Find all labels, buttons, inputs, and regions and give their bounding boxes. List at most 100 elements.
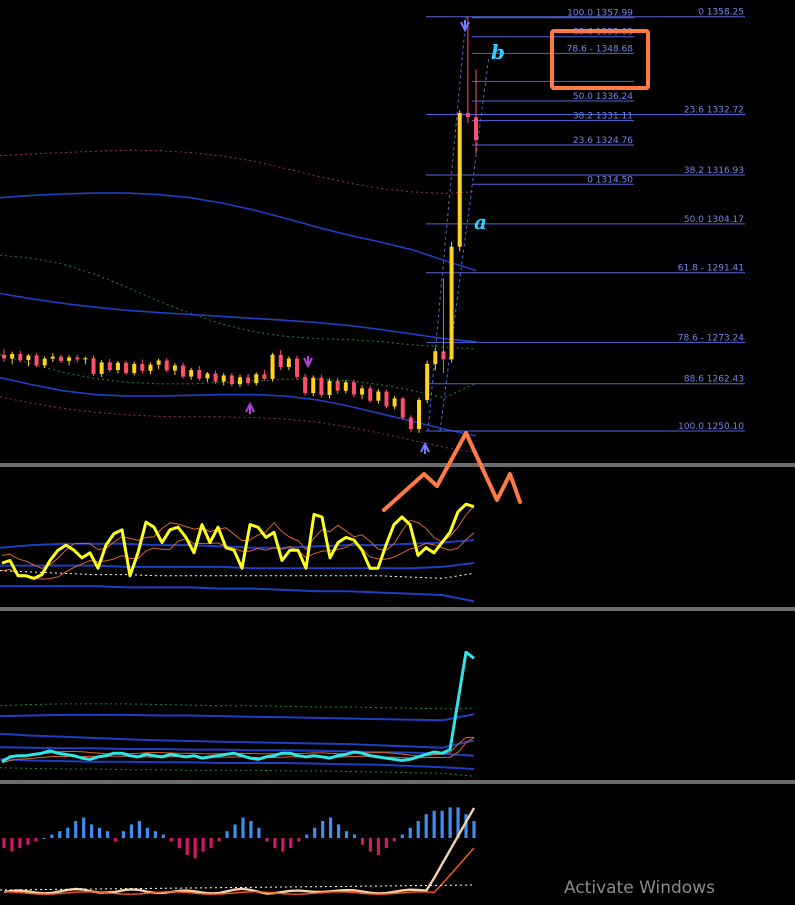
fib-label-right: 50.0 1304.17 bbox=[684, 215, 744, 225]
histogram-bar bbox=[313, 827, 317, 838]
histogram-bar bbox=[50, 834, 54, 838]
candle-body bbox=[294, 358, 299, 377]
wave-label-a: a bbox=[474, 210, 487, 234]
candle-body bbox=[449, 246, 454, 360]
price-chart: 0 1358.25 23.6 1332.72 38.2 1316.93 50.0 13… bbox=[0, 0, 795, 905]
candle-body bbox=[376, 391, 381, 401]
candle-body bbox=[58, 356, 63, 361]
histogram-bar bbox=[233, 824, 237, 838]
candle-body bbox=[67, 357, 72, 361]
candle-body bbox=[50, 356, 55, 359]
histogram-bar bbox=[440, 810, 444, 838]
histogram-bar bbox=[265, 838, 269, 842]
candle-body bbox=[83, 358, 88, 360]
fib-label-left: 100.0 1357.99 bbox=[567, 9, 633, 19]
histogram-bar bbox=[161, 834, 165, 838]
histogram-bar bbox=[18, 838, 22, 849]
histogram-bar bbox=[2, 838, 6, 849]
histogram-bar bbox=[432, 810, 436, 838]
histogram-bar bbox=[424, 814, 428, 838]
candle-body bbox=[441, 351, 446, 360]
candle-body bbox=[124, 362, 129, 374]
fib-label-right: 61.8 - 1291.41 bbox=[678, 264, 744, 274]
histogram-bar bbox=[177, 838, 181, 849]
candle-body bbox=[140, 363, 145, 371]
candle-body bbox=[189, 370, 194, 377]
fib-label-left: 78.6 - 1348.68 bbox=[567, 44, 633, 54]
candle-body bbox=[156, 360, 161, 365]
candle-body bbox=[238, 377, 242, 385]
histogram-bar bbox=[137, 821, 142, 838]
candle-body bbox=[270, 354, 275, 379]
candle-body bbox=[213, 373, 218, 382]
candle-body bbox=[75, 357, 80, 360]
candle-body bbox=[433, 351, 438, 364]
histogram-bar bbox=[169, 838, 173, 842]
candle-body bbox=[115, 362, 120, 371]
histogram-bar bbox=[217, 838, 221, 842]
candle-body bbox=[278, 354, 283, 368]
histogram-bar bbox=[26, 838, 30, 845]
histogram-bar bbox=[416, 821, 420, 838]
histogram-bar bbox=[376, 838, 381, 855]
histogram-bar bbox=[90, 824, 94, 838]
histogram-bar bbox=[472, 821, 476, 838]
candle-body bbox=[262, 374, 267, 379]
candle-body bbox=[254, 374, 259, 384]
histogram-bar bbox=[209, 838, 213, 849]
histogram-bar bbox=[281, 838, 285, 852]
candle-body bbox=[18, 353, 23, 361]
histogram-bar bbox=[448, 807, 452, 838]
histogram-bar bbox=[42, 838, 46, 839]
fib-label-right: 23.6 1332.72 bbox=[684, 105, 744, 115]
candle-body bbox=[181, 365, 186, 377]
candle-body bbox=[26, 355, 31, 361]
candle-body bbox=[392, 398, 397, 407]
candle-body bbox=[360, 388, 365, 395]
candle-body bbox=[465, 113, 470, 118]
candle-body bbox=[34, 355, 39, 366]
candle-body bbox=[474, 117, 478, 141]
histogram-bar bbox=[368, 838, 373, 852]
histogram-bar bbox=[257, 827, 261, 838]
histogram-bar bbox=[360, 838, 365, 845]
candle-body bbox=[351, 382, 356, 395]
histogram-bar bbox=[384, 838, 388, 849]
fib-label-right: 78.6 - 1273.24 bbox=[678, 333, 744, 343]
histogram-bar bbox=[129, 824, 134, 838]
histogram-bar bbox=[201, 838, 205, 852]
histogram-bar bbox=[297, 838, 301, 842]
wave-label-b: b bbox=[491, 40, 505, 64]
candle-body bbox=[327, 380, 332, 395]
histogram-bar bbox=[408, 827, 412, 838]
histogram-bar bbox=[153, 831, 157, 838]
histogram-bar bbox=[105, 831, 110, 838]
fib-label-left: 38.2 1331.11 bbox=[573, 112, 633, 122]
histogram-bar bbox=[241, 817, 245, 838]
candle-body bbox=[343, 382, 348, 391]
candle-body bbox=[384, 391, 389, 407]
histogram-bar bbox=[321, 821, 325, 838]
histogram-bar bbox=[34, 838, 38, 842]
fib-label-right: 88.6 1262.43 bbox=[684, 375, 744, 385]
candle-body bbox=[246, 377, 251, 384]
candle-body bbox=[164, 360, 169, 371]
histogram-bar bbox=[344, 831, 349, 838]
histogram-bar bbox=[58, 831, 62, 838]
candle-body bbox=[400, 398, 405, 418]
histogram-bar bbox=[329, 817, 333, 838]
fib-label-left: 50.0 1336.24 bbox=[573, 92, 633, 102]
histogram-bar bbox=[185, 838, 189, 855]
histogram-bar bbox=[392, 838, 396, 842]
fib-label-right: 100.0 1250.10 bbox=[678, 422, 744, 432]
histogram-bar bbox=[193, 838, 197, 859]
candle-body bbox=[417, 399, 422, 430]
histogram-bar bbox=[145, 827, 149, 838]
candle-body bbox=[457, 113, 462, 247]
candle-body bbox=[42, 358, 47, 366]
fib-label-left: 0 1314.50 bbox=[587, 175, 633, 185]
candle-body bbox=[2, 354, 6, 359]
candle-body bbox=[229, 375, 234, 385]
candle-body bbox=[10, 353, 15, 359]
fib-label-right: 38.2 1316.93 bbox=[684, 166, 744, 176]
